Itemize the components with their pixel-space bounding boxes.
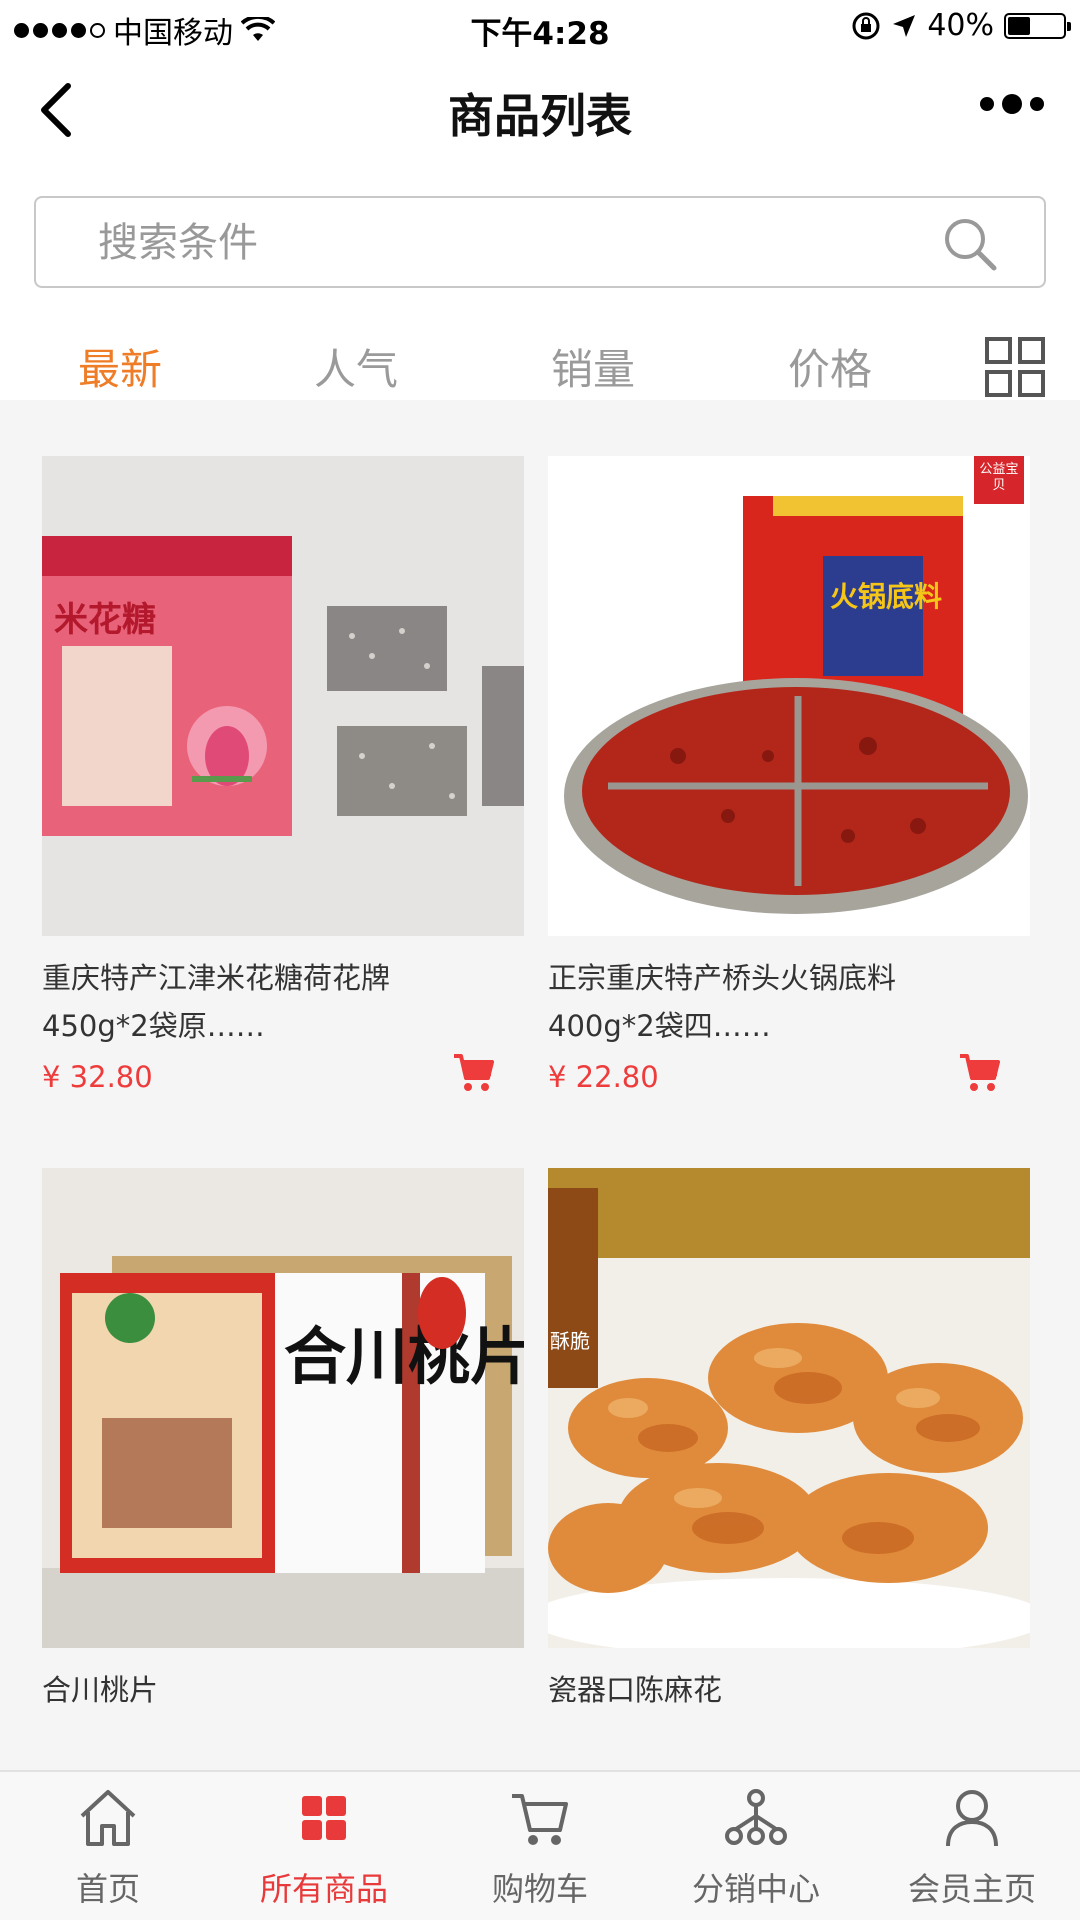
home-icon	[80, 1790, 136, 1846]
tabbar-item-cart[interactable]: 购物车	[432, 1772, 648, 1920]
product-name[interactable]: 正宗重庆特产桥头火锅底料400g*2袋四……	[548, 954, 988, 1050]
status-right: 40%	[851, 8, 1071, 43]
product-photo-hotpot-base: 火锅底料	[548, 456, 1030, 936]
product-card[interactable]: 火锅底料 公益宝贝 正宗重庆特产桥头火锅底料400g*2袋四…… ¥ 22.80	[548, 456, 1030, 1094]
product-card[interactable]: 合川桃片 合川桃片	[42, 1168, 524, 1714]
product-image[interactable]: 米花糖	[42, 456, 524, 936]
product-photo-peach-slices: 合川桃片	[42, 1168, 524, 1648]
grid-icon	[302, 1796, 346, 1840]
tab-newest[interactable]: 最新	[78, 336, 162, 397]
package-text: 酥脆	[550, 1329, 590, 1353]
product-name[interactable]: 合川桃片	[42, 1666, 482, 1714]
network-icon	[725, 1789, 787, 1845]
product-card[interactable]: 酥脆 瓷器口陈麻花	[548, 1168, 1030, 1714]
tabbar-item-member[interactable]: 会员主页	[864, 1772, 1080, 1920]
package-text: 米花糖	[54, 600, 156, 640]
tabbar-item-all-products[interactable]: 所有商品	[216, 1772, 432, 1920]
add-to-cart-icon[interactable]	[958, 1050, 1002, 1094]
product-name[interactable]: 重庆特产江津米花糖荷花牌450g*2袋原……	[42, 954, 482, 1050]
user-icon	[946, 1790, 998, 1847]
product-image[interactable]: 酥脆	[548, 1168, 1030, 1648]
rotation-lock-icon	[852, 12, 880, 39]
battery-fill	[1008, 16, 1030, 35]
search-icon[interactable]	[940, 214, 1000, 274]
tab-sales[interactable]: 销量	[551, 336, 635, 397]
product-photo-rice-candy: 米花糖	[42, 456, 524, 936]
package-text: 火锅底料	[830, 580, 942, 613]
sort-tabs: 最新 人气 销量 价格	[0, 310, 1080, 400]
tabbar-label: 所有商品	[259, 1870, 388, 1908]
search-input[interactable]	[98, 212, 898, 274]
search-area	[0, 166, 1080, 310]
product-image[interactable]: 合川桃片	[42, 1168, 524, 1648]
location-icon	[893, 14, 916, 37]
navigation-bar: 商品列表	[0, 54, 1080, 166]
package-text: 合川桃片	[284, 1320, 524, 1393]
product-card[interactable]: 米花糖 重庆特产江津米花糖荷花牌450g*2袋原…… ¥ 32.80	[42, 456, 524, 1094]
tabbar-item-distribution[interactable]: 分销中心	[648, 1772, 864, 1920]
cart-icon	[512, 1794, 568, 1845]
more-button[interactable]	[980, 94, 1044, 114]
tab-price[interactable]: 价格	[788, 336, 872, 397]
product-name[interactable]: 瓷器口陈麻花	[548, 1666, 988, 1714]
tabbar-label: 首页	[75, 1870, 140, 1908]
bottom-tab-bar: 首页 所有商品 购物车 分销中心 会员主页	[0, 1770, 1080, 1920]
tabbar-label: 购物车	[491, 1870, 588, 1908]
tabbar-label: 分销中心	[691, 1870, 820, 1908]
page-title: 商品列表	[448, 89, 632, 143]
battery-icon	[1004, 12, 1071, 39]
layout-grid-icon[interactable]	[984, 336, 1046, 398]
product-image[interactable]: 火锅底料 公益宝贝	[548, 456, 1030, 936]
tabbar-item-home[interactable]: 首页	[0, 1772, 216, 1920]
add-to-cart-icon[interactable]	[452, 1050, 496, 1094]
tab-popularity[interactable]: 人气	[314, 336, 398, 397]
battery-percent: 40%	[927, 8, 994, 43]
search-box	[34, 196, 1046, 288]
status-bar: 中国移动 下午4:28 40%	[0, 0, 1080, 54]
charity-badge: 公益宝贝	[974, 456, 1024, 504]
product-photo-twisted-dough: 酥脆	[548, 1168, 1030, 1648]
tabbar-label: 会员主页	[907, 1870, 1036, 1908]
